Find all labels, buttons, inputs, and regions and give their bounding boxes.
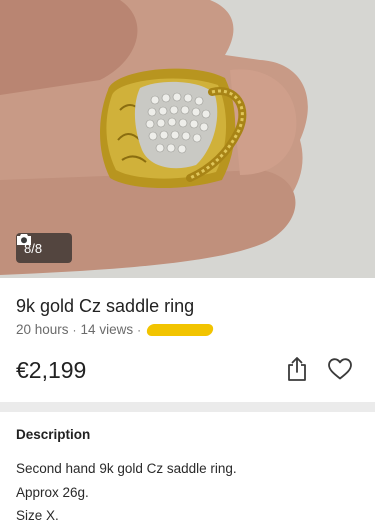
description-line: Size X. — [16, 508, 59, 523]
description-line: Approx 26g. — [16, 485, 89, 500]
redacted-location — [145, 323, 215, 336]
posted-time: 20 hours — [16, 322, 69, 337]
listing-photo[interactable]: 8/8 — [0, 0, 375, 278]
share-button[interactable] — [285, 356, 309, 382]
description-line: Second hand 9k gold Cz saddle ring. — [16, 461, 237, 476]
listing-title: 9k gold Cz saddle ring — [16, 296, 195, 316]
listing-meta: 20 hours · 14 views · — [16, 322, 215, 337]
camera-icon — [17, 234, 31, 245]
favorite-button[interactable] — [327, 357, 353, 381]
section-divider — [0, 402, 375, 412]
description-heading: Description — [16, 427, 91, 442]
photo-counter: 8/8 — [16, 233, 72, 263]
listing-price: €2,199 — [16, 357, 87, 383]
view-count: 14 views — [80, 322, 134, 337]
meta-separator: · — [72, 322, 77, 337]
share-icon — [288, 357, 306, 381]
meta-separator-2: · — [137, 322, 142, 337]
heart-icon — [328, 358, 352, 380]
